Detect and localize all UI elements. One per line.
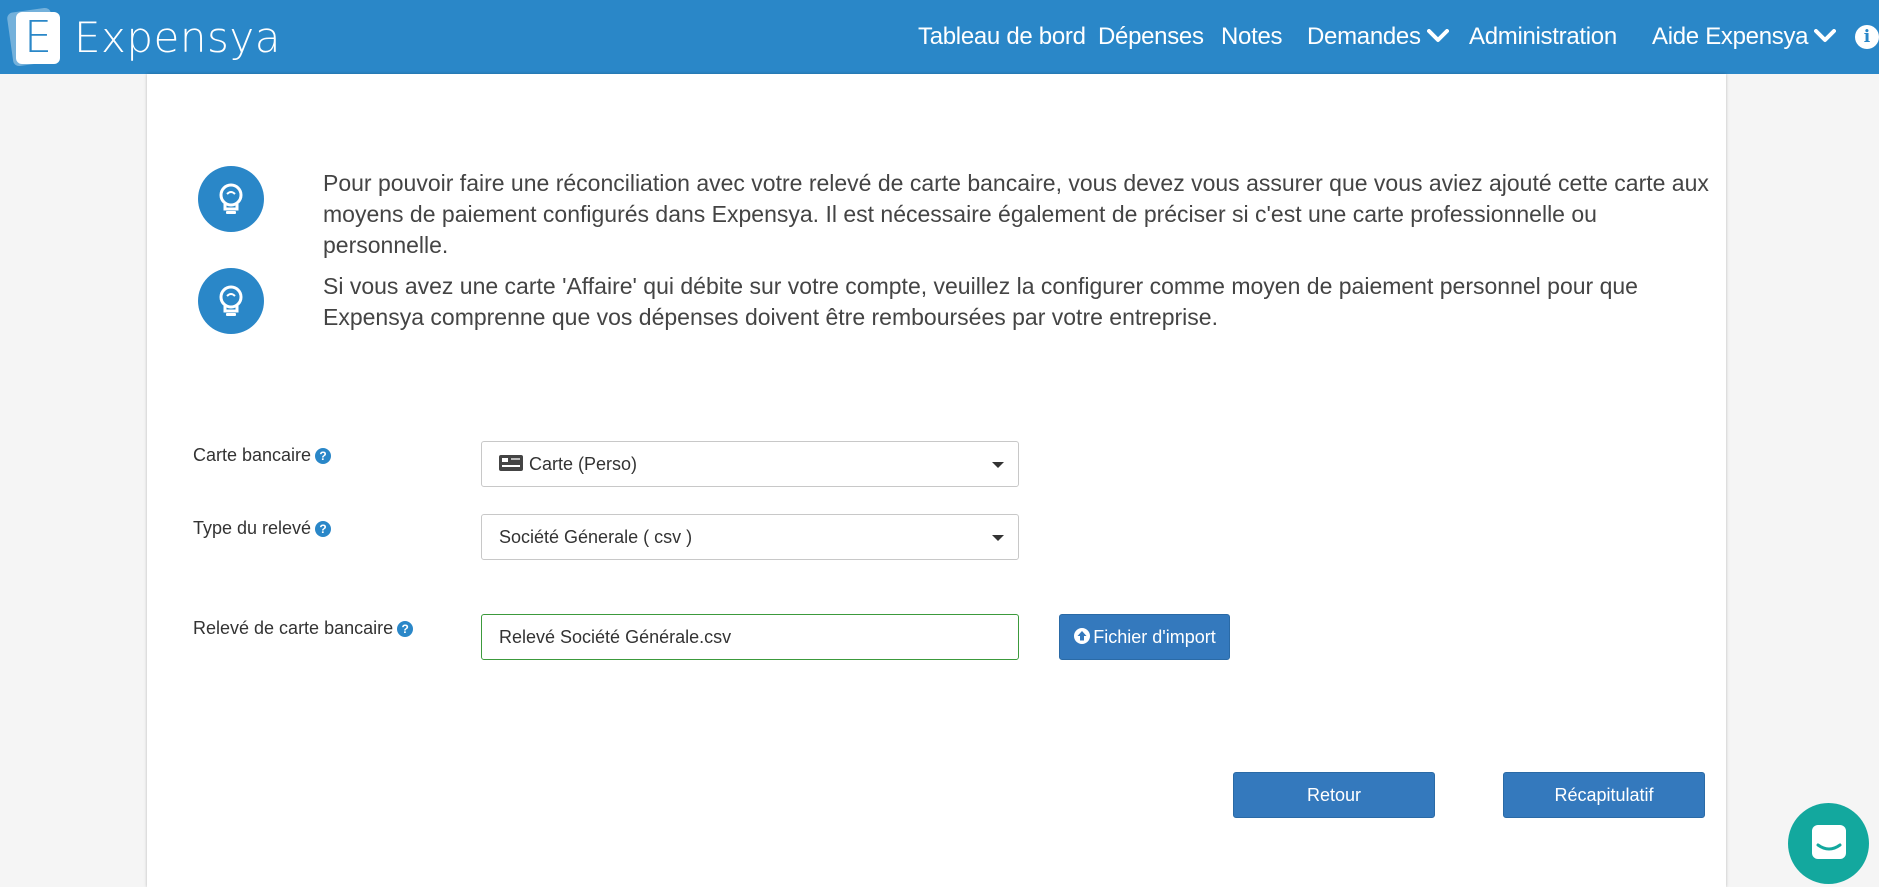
info-circle-icon[interactable]: i [1855,25,1879,49]
chevron-down-icon [1814,28,1837,42]
expensya-logo[interactable]: E Expensya [6,4,281,70]
card-select-value: Carte (Perso) [529,454,638,474]
statement-type-label-text: Type du relevé [193,518,312,538]
upload-circle-icon [1074,628,1091,645]
nav-notes[interactable]: Notes [1221,0,1283,74]
tip-text-reconciliation: Pour pouvoir faire une réconciliation av… [323,170,1709,258]
chat-icon [1812,825,1846,859]
nav-administration[interactable]: Administration [1469,0,1617,74]
logo-mark: E [6,6,66,68]
card-label: Carte bancaire? [193,445,332,466]
statement-file-label-text: Relevé de carte bancaire [193,618,394,638]
nav-demandes-label: Demandes [1307,23,1421,50]
nav-tableau-de-bord[interactable]: Tableau de bord [918,0,1086,74]
statement-type-select[interactable]: Société Génerale ( csv ) [481,514,1019,560]
statement-type-value: Société Génerale ( csv ) [499,527,693,547]
help-icon[interactable]: ? [315,521,332,537]
import-file-button[interactable]: Fichier d'import [1059,614,1230,660]
nav-aide-label: Aide Expensya [1652,23,1809,50]
statement-file-value: Relevé Société Générale.csv [499,627,732,647]
nav-aide-expensya[interactable]: Aide Expensya [1652,0,1837,74]
import-file-button-label: Fichier d'import [1093,627,1216,647]
lightbulb-icon [198,268,264,334]
nav-depenses[interactable]: Dépenses [1098,0,1204,74]
tip-text-affaire-card: Si vous avez une carte 'Affaire' qui déb… [323,273,1638,330]
main-card: Pour pouvoir faire une réconciliation av… [147,74,1726,887]
statement-type-label: Type du relevé? [193,518,332,539]
caret-down-icon [992,462,1004,468]
nav-demandes[interactable]: Demandes [1307,0,1449,74]
back-button[interactable]: Retour [1233,772,1435,818]
card-select[interactable]: Carte (Perso) [481,441,1019,487]
chat-launcher-button[interactable] [1788,803,1869,884]
logo-text: Expensya [74,12,281,62]
statement-file-label: Relevé de carte bancaire? [193,618,414,639]
top-navbar: E Expensya Tableau de bord Dépenses Note… [0,0,1879,74]
summary-button[interactable]: Récapitulatif [1503,772,1705,818]
statement-file-input[interactable]: Relevé Société Générale.csv [481,614,1019,660]
credit-card-icon [499,455,523,472]
chevron-down-icon [1426,28,1449,42]
help-icon[interactable]: ? [315,448,332,464]
caret-down-icon [992,535,1004,541]
help-icon[interactable]: ? [397,621,414,637]
card-label-text: Carte bancaire [193,445,312,465]
lightbulb-icon [198,166,264,232]
